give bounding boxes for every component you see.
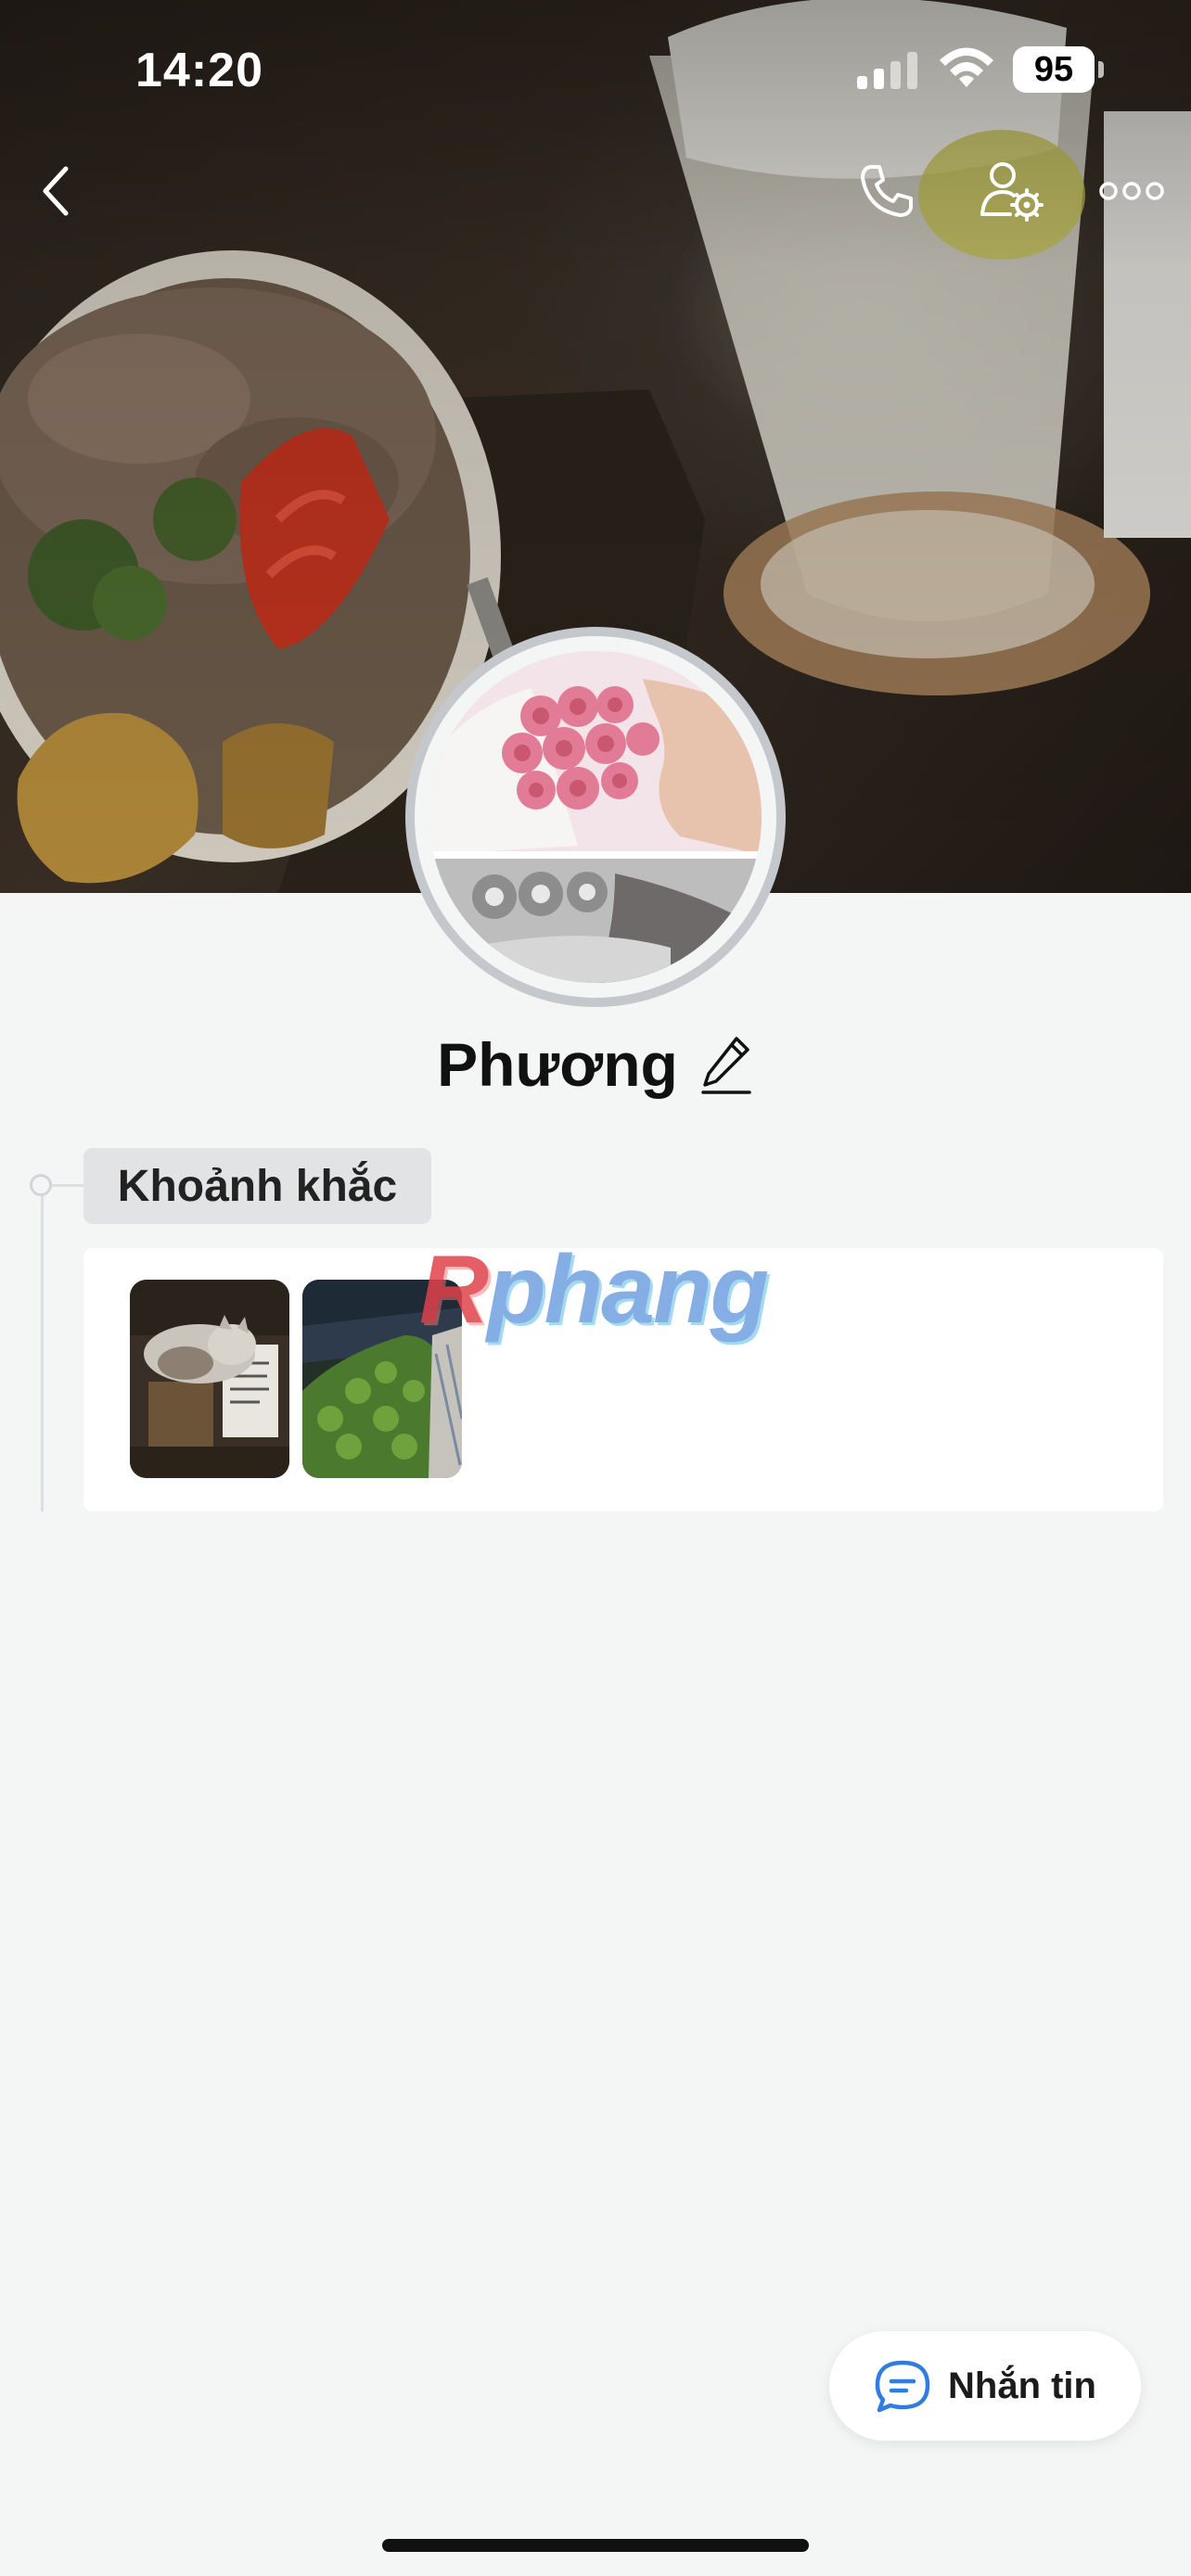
phone-icon bbox=[861, 165, 913, 217]
profile-name: Phương bbox=[437, 1030, 678, 1099]
more-horizontal-icon bbox=[1099, 182, 1164, 200]
send-message-label: Nhắn tin bbox=[948, 2365, 1096, 2406]
timeline-dot bbox=[30, 1174, 52, 1196]
cellular-signal-icon bbox=[857, 52, 920, 94]
moment-thumbnail-cat[interactable] bbox=[130, 1280, 289, 1478]
call-button[interactable] bbox=[850, 154, 924, 228]
wifi-icon bbox=[937, 46, 996, 96]
timeline-line bbox=[41, 1196, 44, 1511]
back-button[interactable] bbox=[28, 154, 83, 228]
chat-bubble-icon bbox=[875, 2360, 930, 2413]
user-settings-icon bbox=[980, 162, 1044, 222]
send-message-button[interactable]: Nhắn tin bbox=[829, 2331, 1141, 2441]
profile-name-row: Phương bbox=[0, 1029, 1191, 1100]
home-indicator[interactable] bbox=[382, 2539, 809, 2552]
avatar-photo bbox=[429, 651, 762, 983]
edit-name-button[interactable] bbox=[698, 1032, 754, 1097]
watermark-logo: Rphang bbox=[419, 1236, 769, 1344]
chevron-left-icon bbox=[43, 166, 69, 216]
user-settings-button[interactable] bbox=[972, 154, 1050, 228]
pencil-icon bbox=[701, 1037, 751, 1094]
more-options-button[interactable] bbox=[1093, 154, 1171, 228]
moments-label[interactable]: Khoảnh khắc bbox=[83, 1148, 431, 1224]
battery-indicator: 95 bbox=[1013, 46, 1104, 93]
timeline-connector bbox=[52, 1184, 83, 1187]
avatar[interactable] bbox=[405, 627, 786, 1007]
status-time: 14:20 bbox=[135, 44, 263, 97]
